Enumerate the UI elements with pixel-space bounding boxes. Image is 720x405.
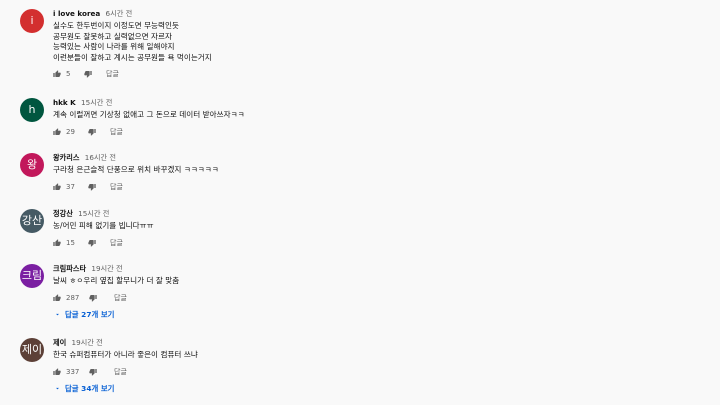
comment-text: 한국 슈퍼컴퓨터가 아니라 좋은이 컴퓨터 쓰냐: [53, 350, 710, 361]
comment-author[interactable]: 크림파스타: [53, 264, 86, 273]
comment-text: 농/어민 피해 없기를 빕니다ㅠㅠ: [53, 221, 710, 232]
reply-button[interactable]: 답글: [110, 128, 123, 137]
comment-text: 계속 이럴꺼면 기상청 없애고 그 돈으로 데이터 받아쓰자ㅋㅋ: [53, 110, 710, 121]
like-count: 29: [66, 127, 75, 136]
view-replies-button[interactable]: 답글 34개 보기: [53, 383, 710, 395]
thumbs-up-icon[interactable]: [53, 70, 61, 78]
comment-text-line: 농/어민 피해 없기를 빕니다ㅠㅠ: [53, 221, 154, 230]
thumbs-up-icon[interactable]: [53, 127, 61, 136]
avatar[interactable]: 크림: [20, 264, 44, 288]
caret-down-icon: [56, 313, 59, 315]
comment-author[interactable]: hkk K: [53, 98, 76, 107]
comment-timestamp[interactable]: 19시간 전: [72, 338, 103, 347]
like-count: 337: [66, 367, 80, 376]
comment-text-line: 공무원도 잘못하고 실력없으면 자르자: [53, 31, 173, 41]
thumbs-down-icon[interactable]: [88, 183, 96, 191]
reply-button[interactable]: 답글: [110, 239, 123, 248]
view-replies-label: 답글 27개 보기: [65, 309, 115, 319]
comment-text-line: 한국 슈퍼컴퓨터가 아니라 좋은이 컴퓨터 쓰냐: [53, 350, 198, 359]
comment-timestamp[interactable]: 6시간 전: [106, 9, 133, 18]
comment-author[interactable]: 정강산: [53, 209, 73, 218]
view-replies-label: 답글 34개 보기: [65, 383, 115, 393]
comment-timestamp[interactable]: 16시간 전: [85, 153, 116, 162]
comment-text-line: 능력있는 사람이 나라를 위해 일해야지: [53, 42, 175, 51]
comment-text-line: 실수도 한두번이지 이정도면 무능력인듯: [53, 21, 180, 30]
reply-button[interactable]: 답글: [114, 368, 127, 377]
like-count: 15: [66, 238, 75, 247]
caret-down-icon: [56, 387, 59, 389]
avatar[interactable]: i: [20, 9, 44, 33]
reply-button[interactable]: 답글: [110, 183, 123, 192]
thumbs-up-icon[interactable]: [53, 367, 61, 376]
avatar[interactable]: 강산: [20, 209, 44, 233]
like-count: 287: [66, 293, 80, 302]
like-count: 37: [66, 182, 75, 191]
reply-button[interactable]: 답글: [114, 294, 127, 303]
thumbs-up-icon[interactable]: [53, 182, 61, 191]
comment-timestamp[interactable]: 15시간 전: [78, 209, 109, 218]
reply-button[interactable]: 답글: [106, 70, 119, 79]
comment-text: 구라청 은근슬적 단풍으로 위치 바꾸겠지 ㅋㅋㅋㅋㅋ: [53, 165, 710, 176]
thumbs-down-icon[interactable]: [89, 368, 97, 376]
comment-text-line: 구라청 은근슬적 단풍으로 위치 바꾸겠지 ㅋㅋㅋㅋㅋ: [53, 165, 219, 174]
comment-timestamp[interactable]: 15시간 전: [81, 98, 112, 107]
avatar[interactable]: 왕: [20, 153, 44, 177]
view-replies-button[interactable]: 답글 27개 보기: [53, 309, 710, 321]
comment-text-line: 이런분들이 잘하고 계시는 공무원들 욕 먹이는거지: [53, 52, 212, 62]
thumbs-down-icon[interactable]: [88, 128, 96, 136]
thumbs-up-icon[interactable]: [53, 238, 61, 247]
comment-author[interactable]: i love korea: [53, 9, 100, 18]
like-count: 5: [66, 70, 71, 78]
comment-text: 날씨 ㅎㅇ우리 옆집 할무니가 더 잘 맞춤: [53, 276, 710, 287]
comment-text-line: 날씨 ㅎㅇ우리 옆집 할무니가 더 잘 맞춤: [53, 276, 180, 285]
thumbs-down-icon[interactable]: [84, 70, 92, 78]
comment-text: 실수도 한두번이지 이정도면 무능력인듯 공무원도 잘못하고 실력없으면 자르자…: [53, 21, 710, 63]
comment-author[interactable]: 제이: [53, 338, 66, 347]
avatar[interactable]: h: [20, 98, 44, 122]
avatar[interactable]: 제이: [20, 338, 44, 362]
comment-timestamp[interactable]: 19시간 전: [91, 264, 122, 273]
thumbs-down-icon[interactable]: [88, 239, 96, 247]
comment-author[interactable]: 왕카리스: [53, 153, 79, 162]
comment-text-line: 계속 이럴꺼면 기상청 없애고 그 돈으로 데이터 받아쓰자ㅋㅋ: [53, 110, 245, 119]
thumbs-up-icon[interactable]: [53, 293, 61, 302]
thumbs-down-icon[interactable]: [89, 294, 97, 302]
